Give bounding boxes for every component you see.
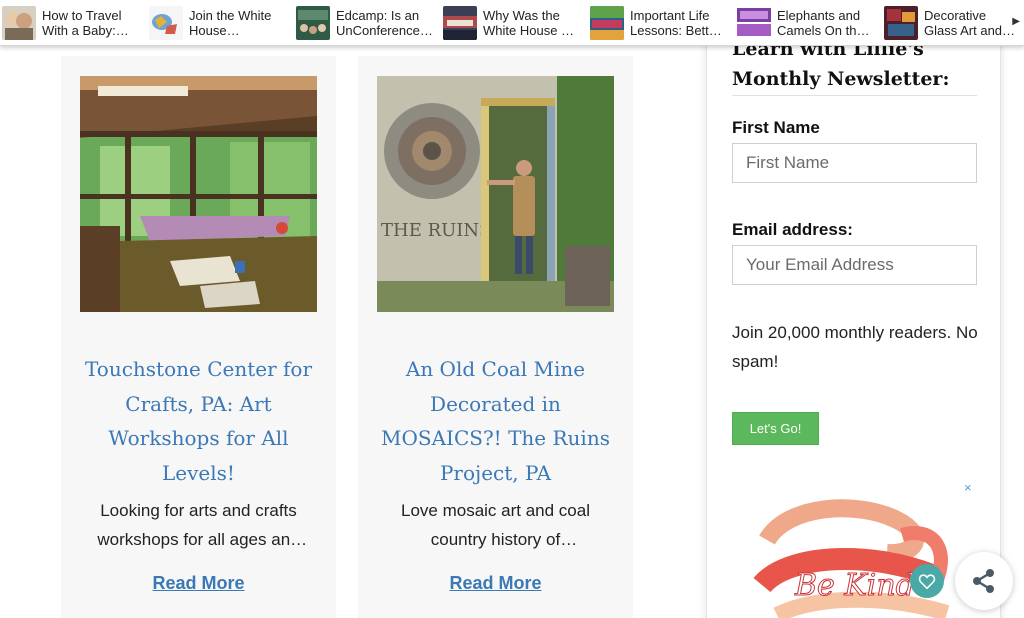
related-post-title: Join the White House Wonderfest: [189, 8, 272, 38]
carousel-next-arrow-icon[interactable]: ▶: [1012, 16, 1020, 27]
related-post-item[interactable]: Elephants and Camels On the Move: [737, 5, 875, 41]
ad-art-text: Be Kind: [794, 568, 915, 603]
craft-studio-pavilion-photo[interactable]: [80, 76, 317, 312]
first-name-field[interactable]: [732, 143, 977, 183]
related-posts-strip: How to Travel With a Baby: Tips Join the…: [0, 0, 1024, 46]
round-world-thumbnail: [737, 6, 771, 40]
post-excerpt: Looking for arts and crafts workshops fo…: [97, 501, 300, 549]
baby-travel-thumbnail: [2, 6, 36, 40]
white-house-event-thumbnail: [443, 6, 477, 40]
related-post-item[interactable]: Why Was the White House Lit Up?: [443, 5, 581, 41]
be-kind-ad-image[interactable]: Be Kind: [747, 495, 962, 618]
related-post-item[interactable]: Important Life Lessons: Better Lives: [590, 5, 728, 41]
glass-art-thumbnail: [884, 6, 918, 40]
first-name-label: First Name: [732, 118, 820, 137]
related-post-item[interactable]: How to Travel With a Baby: Tips: [2, 5, 140, 41]
related-post-item[interactable]: Decorative Glass Art and Design: [884, 5, 1022, 41]
related-post-item[interactable]: Edcamp: Is an UnConference Right for You…: [296, 5, 434, 41]
ad-close-icon[interactable]: ×: [964, 480, 972, 495]
heart-icon: [918, 574, 936, 589]
life-lessons-thumbnail: [590, 6, 624, 40]
share-button[interactable]: [955, 552, 1013, 610]
read-more-link[interactable]: Read More: [61, 573, 336, 594]
email-label: Email address:: [732, 220, 853, 239]
related-post-title: Decorative Glass Art and Design: [924, 8, 1003, 38]
divider: [732, 95, 977, 96]
related-post-title: Why Was the White House Lit Up?: [483, 8, 575, 38]
post-title-link[interactable]: Touchstone Center for Crafts, PA: Art Wo…: [71, 352, 326, 490]
read-more-link[interactable]: Read More: [358, 573, 633, 594]
post-excerpt: Love mosaic art and coal country history…: [401, 501, 590, 549]
related-post-item[interactable]: Join the White House Wonderfest: [149, 5, 287, 41]
email-field[interactable]: [732, 245, 977, 285]
favorite-button[interactable]: [910, 564, 944, 598]
post-card: THE RUINS An Old Coal Mine Decorated in …: [358, 56, 633, 618]
related-post-title: Important Life Lessons: Better Lives: [630, 8, 721, 38]
related-post-title: How to Travel With a Baby: Tips: [42, 8, 122, 38]
ruins-mosaic-doorway-photo[interactable]: THE RUINS: [377, 76, 614, 312]
post-title-link[interactable]: An Old Coal Mine Decorated in MOSAICS?! …: [368, 352, 623, 490]
ruins-carved-text: THE RUINS: [381, 220, 491, 241]
share-icon: [973, 569, 994, 593]
white-house-thumbnail: [149, 6, 183, 40]
related-post-title: Edcamp: Is an UnConference Right for You…: [336, 8, 420, 38]
newsletter-blurb: Join 20,000 monthly readers. No spam!: [732, 323, 978, 371]
sidebar-newsletter-widget: Learn with Lillie's Monthly Newsletter: …: [706, 30, 1001, 618]
post-card: Touchstone Center for Crafts, PA: Art Wo…: [61, 56, 336, 618]
related-post-title: Elephants and Camels On the Move: [777, 8, 864, 38]
subscribe-button[interactable]: Let's Go!: [732, 412, 819, 445]
edcamp-thumbnail: [296, 6, 330, 40]
